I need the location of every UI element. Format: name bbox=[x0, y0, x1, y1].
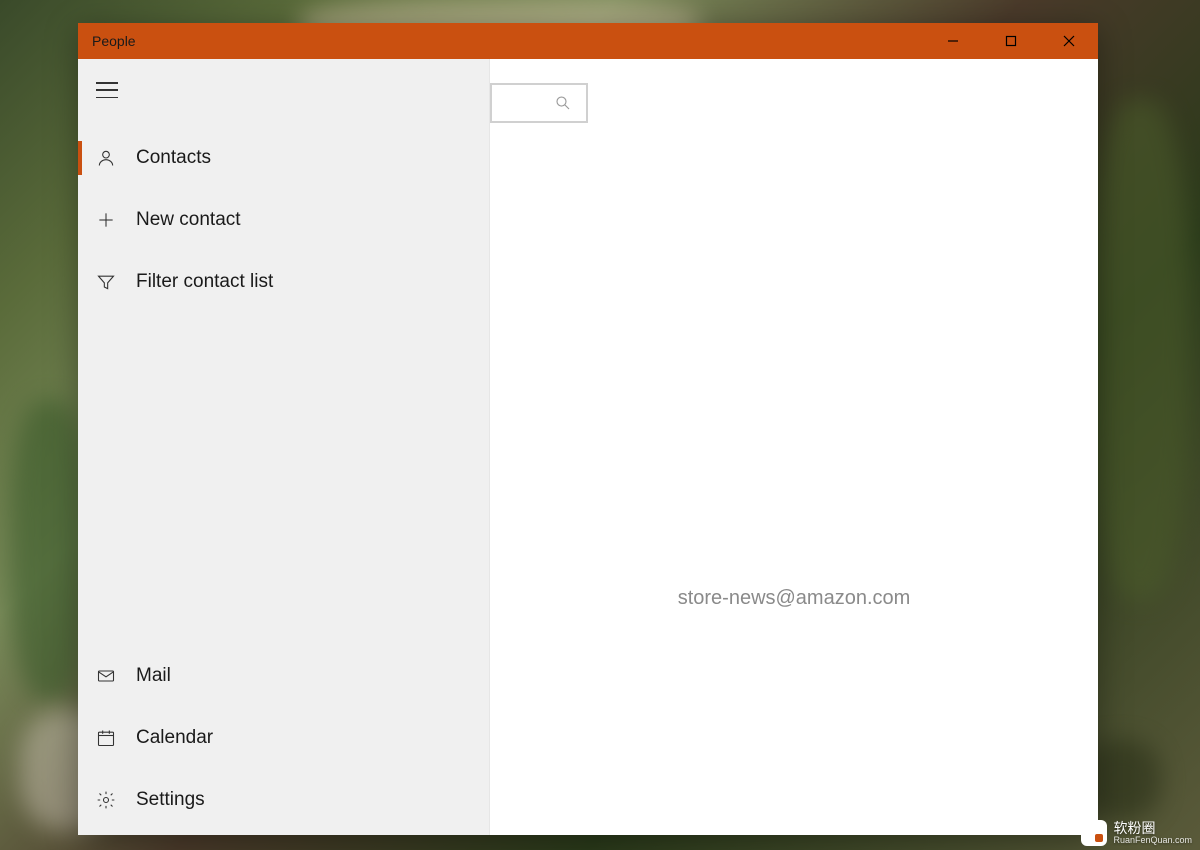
gear-icon bbox=[96, 790, 136, 810]
window-body: Contacts New contact Filter contact list bbox=[78, 59, 1098, 835]
nav-top: Contacts New contact Filter contact list bbox=[78, 121, 489, 313]
filter-icon bbox=[96, 272, 136, 292]
nav-item-settings[interactable]: Settings bbox=[78, 769, 489, 831]
nav-label: Calendar bbox=[136, 727, 213, 749]
mail-icon bbox=[96, 666, 136, 686]
maximize-button[interactable] bbox=[982, 23, 1040, 59]
sidebar: Contacts New contact Filter contact list bbox=[78, 59, 490, 835]
search-input[interactable] bbox=[490, 83, 588, 123]
person-icon bbox=[96, 148, 136, 168]
app-window: People Contacts bbox=[78, 23, 1098, 835]
search-icon bbox=[554, 94, 572, 112]
plus-icon bbox=[96, 210, 136, 230]
nav-label: Settings bbox=[136, 789, 205, 811]
nav-label: New contact bbox=[136, 209, 241, 231]
hamburger-button[interactable] bbox=[96, 82, 118, 98]
nav-label: Filter contact list bbox=[136, 271, 273, 293]
close-icon bbox=[1063, 35, 1075, 47]
nav-label: Mail bbox=[136, 665, 171, 687]
nav-item-new-contact[interactable]: New contact bbox=[78, 189, 489, 251]
titlebar: People bbox=[78, 23, 1098, 59]
hamburger-row bbox=[78, 59, 489, 121]
watermark-sub: RuanFenQuan.com bbox=[1113, 836, 1192, 845]
nav-item-contacts[interactable]: Contacts bbox=[78, 127, 489, 189]
search-wrap bbox=[490, 83, 588, 123]
window-title: People bbox=[78, 33, 136, 49]
watermark-text: 软粉圈 bbox=[1113, 821, 1192, 836]
calendar-icon bbox=[96, 728, 136, 748]
main-pane: store-news@amazon.com bbox=[490, 59, 1098, 835]
nav-label: Contacts bbox=[136, 147, 211, 169]
contact-email-text: store-news@amazon.com bbox=[678, 587, 911, 610]
minimize-icon bbox=[947, 35, 959, 47]
nav-item-calendar[interactable]: Calendar bbox=[78, 707, 489, 769]
minimize-button[interactable] bbox=[924, 23, 982, 59]
watermark: 软粉圈 RuanFenQuan.com bbox=[1081, 820, 1192, 846]
nav-item-mail[interactable]: Mail bbox=[78, 645, 489, 707]
watermark-icon bbox=[1081, 820, 1107, 846]
maximize-icon bbox=[1005, 35, 1017, 47]
close-button[interactable] bbox=[1040, 23, 1098, 59]
nav-bottom: Mail Calendar Settings bbox=[78, 645, 489, 835]
nav-item-filter[interactable]: Filter contact list bbox=[78, 251, 489, 313]
